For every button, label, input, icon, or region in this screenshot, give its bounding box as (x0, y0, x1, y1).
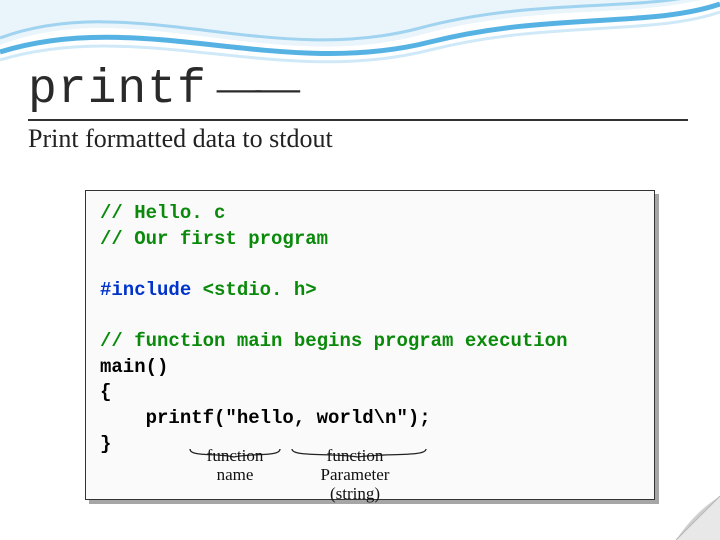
annotation-function-param: functionParameter(string) (300, 447, 410, 503)
annotation-labels: functionname functionParameter(string) (86, 451, 656, 499)
code-comment-2: // Our first program (100, 227, 640, 253)
title-underline (28, 119, 688, 121)
page-curl-icon (676, 496, 720, 540)
code-blank-2 (100, 304, 640, 330)
title-dash: —— (217, 63, 295, 112)
code-brace-open: { (100, 380, 640, 406)
code-main: main() (100, 355, 640, 381)
code-comment-1: // Hello. c (100, 201, 640, 227)
code-printf: printf("hello, world\n"); (100, 406, 640, 432)
code-include: #include <stdio. h> (100, 278, 640, 304)
title-subtitle: Print formatted data to stdout (28, 124, 688, 154)
title-function-name: printf (28, 63, 207, 117)
annotation-function-name: functionname (190, 447, 280, 484)
slide-heading: printf —— Print formatted data to stdout (28, 62, 688, 154)
code-block: // Hello. c // Our first program #includ… (85, 190, 655, 500)
code-comment-3: // function main begins program executio… (100, 329, 640, 355)
code-blank-1 (100, 252, 640, 278)
